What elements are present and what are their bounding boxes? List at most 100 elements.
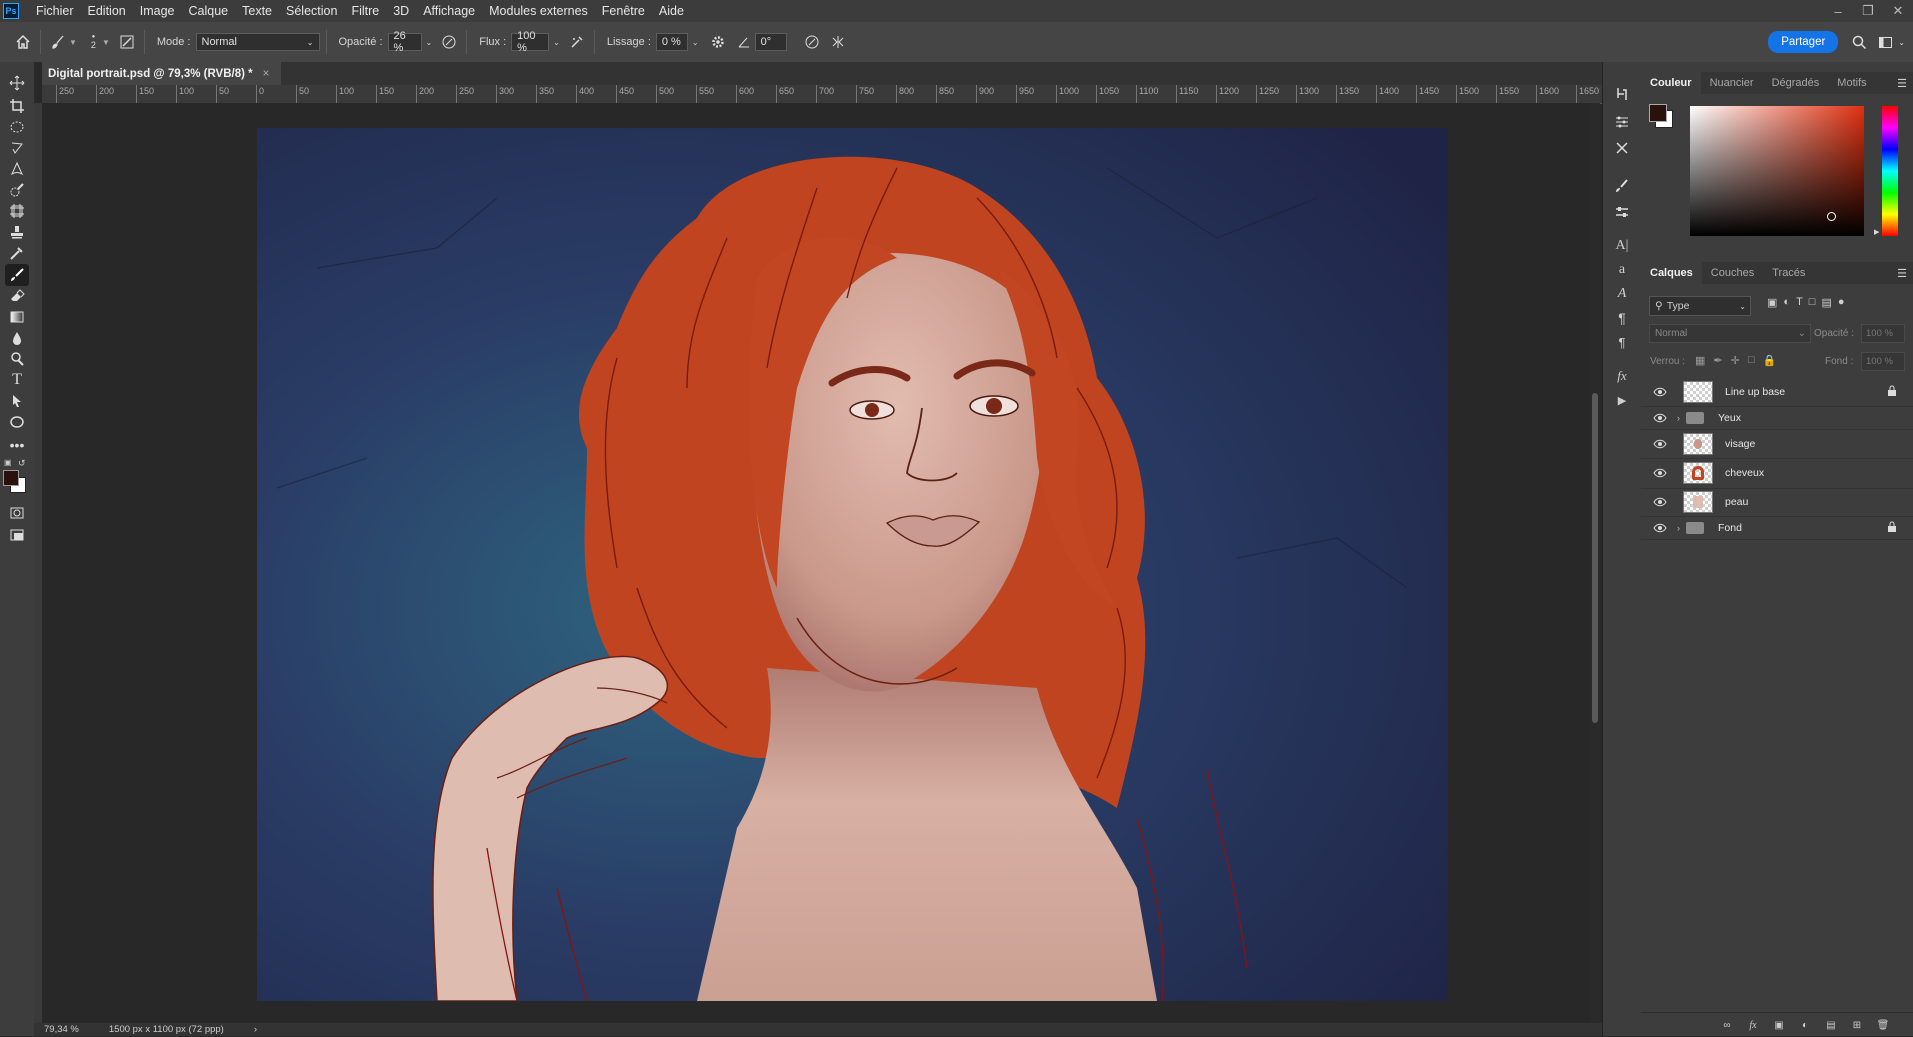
- quick-selection-tool-icon[interactable]: [5, 179, 29, 201]
- tab-couches[interactable]: Couches: [1702, 262, 1763, 284]
- menu-filtre[interactable]: Filtre: [344, 4, 386, 18]
- paragraph-styles-icon[interactable]: ¶: [1610, 330, 1634, 354]
- new-layer-icon[interactable]: ⊞: [1849, 1017, 1865, 1033]
- menu-fenetre[interactable]: Fenêtre: [595, 4, 652, 18]
- add-mask-icon[interactable]: ▣: [1771, 1017, 1787, 1033]
- shape-filter-icon[interactable]: □: [1809, 296, 1816, 309]
- gradient-tool-icon[interactable]: [5, 306, 29, 328]
- pressure-opacity-icon[interactable]: [438, 31, 460, 53]
- menu-texte[interactable]: Texte: [235, 4, 279, 18]
- actions-play-icon[interactable]: ▶: [1610, 388, 1634, 412]
- adjustment-filter-icon[interactable]: ◐: [1783, 296, 1790, 309]
- vertical-scrollbar[interactable]: [1590, 103, 1600, 1023]
- scrollbar-thumb[interactable]: [1592, 393, 1598, 723]
- close-icon[interactable]: ✕: [1883, 0, 1913, 22]
- visibility-eye-icon[interactable]: [1653, 523, 1667, 533]
- brush-size-picker[interactable]: ● 2: [91, 34, 96, 50]
- panel-menu-icon[interactable]: ☰: [1897, 77, 1907, 90]
- path-selection-tool-icon[interactable]: [5, 390, 29, 412]
- tab-traces[interactable]: Tracés: [1763, 262, 1814, 284]
- restore-icon[interactable]: ❐: [1853, 0, 1883, 22]
- type-tool-icon[interactable]: T: [5, 369, 29, 391]
- screen-mode-icon[interactable]: [5, 524, 29, 546]
- chevron-down-icon[interactable]: ⌄: [692, 38, 699, 47]
- flow-input[interactable]: 100 %: [511, 30, 550, 54]
- foreground-color-swatch[interactable]: [3, 470, 19, 486]
- chevron-down-icon[interactable]: ⌄: [553, 38, 560, 47]
- close-tab-icon[interactable]: ×: [263, 68, 270, 80]
- ellipse-tool-icon[interactable]: [5, 411, 29, 433]
- airbrush-icon[interactable]: [566, 31, 588, 53]
- angle-input[interactable]: 0°: [754, 33, 787, 51]
- swap-colors-icon[interactable]: ↺: [18, 458, 26, 469]
- lock-artboard-icon[interactable]: □: [1748, 354, 1755, 367]
- link-layers-icon[interactable]: ∞: [1719, 1017, 1735, 1033]
- tab-motifs[interactable]: Motifs: [1828, 72, 1875, 94]
- quick-mask-icon[interactable]: [5, 502, 29, 524]
- gear-icon[interactable]: [707, 31, 729, 53]
- history-icon[interactable]: [1610, 82, 1634, 106]
- layer-row[interactable]: visage: [1641, 430, 1913, 459]
- lock-position-icon[interactable]: ✛: [1731, 354, 1740, 367]
- eyedropper-tool-icon[interactable]: [5, 242, 29, 264]
- share-button[interactable]: Partager: [1768, 31, 1839, 53]
- hue-slider[interactable]: [1882, 106, 1898, 236]
- tab-nuancier[interactable]: Nuancier: [1701, 72, 1763, 94]
- brush-settings-icon[interactable]: [116, 31, 138, 53]
- character-styles-icon[interactable]: a: [1610, 258, 1634, 282]
- color-field[interactable]: [1690, 106, 1864, 236]
- brush-tool-icon[interactable]: [5, 264, 29, 286]
- tab-calques[interactable]: Calques: [1641, 262, 1702, 284]
- menu-selection[interactable]: Sélection: [279, 4, 344, 18]
- pressure-size-icon[interactable]: [801, 31, 823, 53]
- pixel-filter-icon[interactable]: ▣: [1767, 296, 1777, 309]
- color-picker-cursor[interactable]: [1827, 212, 1836, 221]
- move-tool-icon[interactable]: [5, 72, 29, 94]
- menu-fichier[interactable]: Fichier: [29, 4, 81, 18]
- layer-row[interactable]: cheveux: [1641, 458, 1913, 489]
- artwork-canvas[interactable]: [257, 128, 1448, 1001]
- symmetry-icon[interactable]: [827, 31, 849, 53]
- adjustments-icon[interactable]: [1610, 110, 1634, 134]
- panel-menu-icon[interactable]: ☰: [1897, 267, 1907, 280]
- menu-edition[interactable]: Edition: [81, 4, 133, 18]
- expand-chevron-icon[interactable]: ›: [1677, 413, 1680, 423]
- canvas-area[interactable]: [42, 103, 1590, 1023]
- smart-object-filter-icon[interactable]: ▤: [1821, 296, 1831, 309]
- visibility-eye-icon[interactable]: [1653, 387, 1667, 397]
- styles-fx-icon[interactable]: fx: [1610, 364, 1634, 388]
- filter-toggle-icon[interactable]: ●: [1838, 296, 1845, 309]
- hue-slider-arrow-icon[interactable]: ▶: [1874, 228, 1879, 236]
- visibility-eye-icon[interactable]: [1653, 468, 1667, 478]
- opacity-input[interactable]: 26 %: [387, 30, 422, 54]
- menu-3d[interactable]: 3D: [386, 4, 416, 18]
- layer-row[interactable]: peau: [1641, 488, 1913, 517]
- mode-select[interactable]: Normal ⌄: [195, 33, 320, 51]
- glyphs-icon[interactable]: A: [1610, 282, 1634, 306]
- chevron-down-icon[interactable]: ⌄: [426, 38, 433, 47]
- dodge-tool-icon[interactable]: [5, 348, 29, 370]
- new-adjustment-icon[interactable]: ◐: [1797, 1017, 1813, 1033]
- paragraph-icon[interactable]: ¶: [1610, 306, 1634, 330]
- brush-settings-panel-icon[interactable]: [1610, 174, 1634, 198]
- visibility-eye-icon[interactable]: [1653, 497, 1667, 507]
- menu-modules-externes[interactable]: Modules externes: [482, 4, 595, 18]
- menu-calque[interactable]: Calque: [182, 4, 236, 18]
- add-style-icon[interactable]: fx: [1745, 1017, 1761, 1033]
- lock-pixels-icon[interactable]: ✒: [1713, 354, 1722, 367]
- status-arrow-icon[interactable]: ›: [254, 1024, 257, 1035]
- lasso-tool-icon[interactable]: [5, 137, 29, 159]
- search-icon[interactable]: [1848, 31, 1870, 53]
- layer-filter-select[interactable]: ⚲ Type ⌄: [1649, 296, 1751, 316]
- frame-tool-icon[interactable]: [5, 200, 29, 222]
- color-panel-foreground-swatch[interactable]: [1649, 104, 1667, 122]
- document-tab[interactable]: Digital portrait.psd @ 79,3% (RVB/8) * ×: [42, 62, 282, 85]
- minimize-icon[interactable]: –: [1823, 0, 1853, 22]
- home-icon[interactable]: [12, 31, 34, 53]
- layer-group-row[interactable]: › Yeux: [1641, 407, 1913, 430]
- brush-preset-icon[interactable]: [47, 31, 69, 53]
- chevron-down-icon[interactable]: ⌄: [1898, 38, 1905, 47]
- layer-group-row[interactable]: › Fond: [1641, 517, 1913, 540]
- expand-chevron-icon[interactable]: ›: [1677, 523, 1680, 533]
- chevron-down-icon[interactable]: ▼: [102, 38, 110, 47]
